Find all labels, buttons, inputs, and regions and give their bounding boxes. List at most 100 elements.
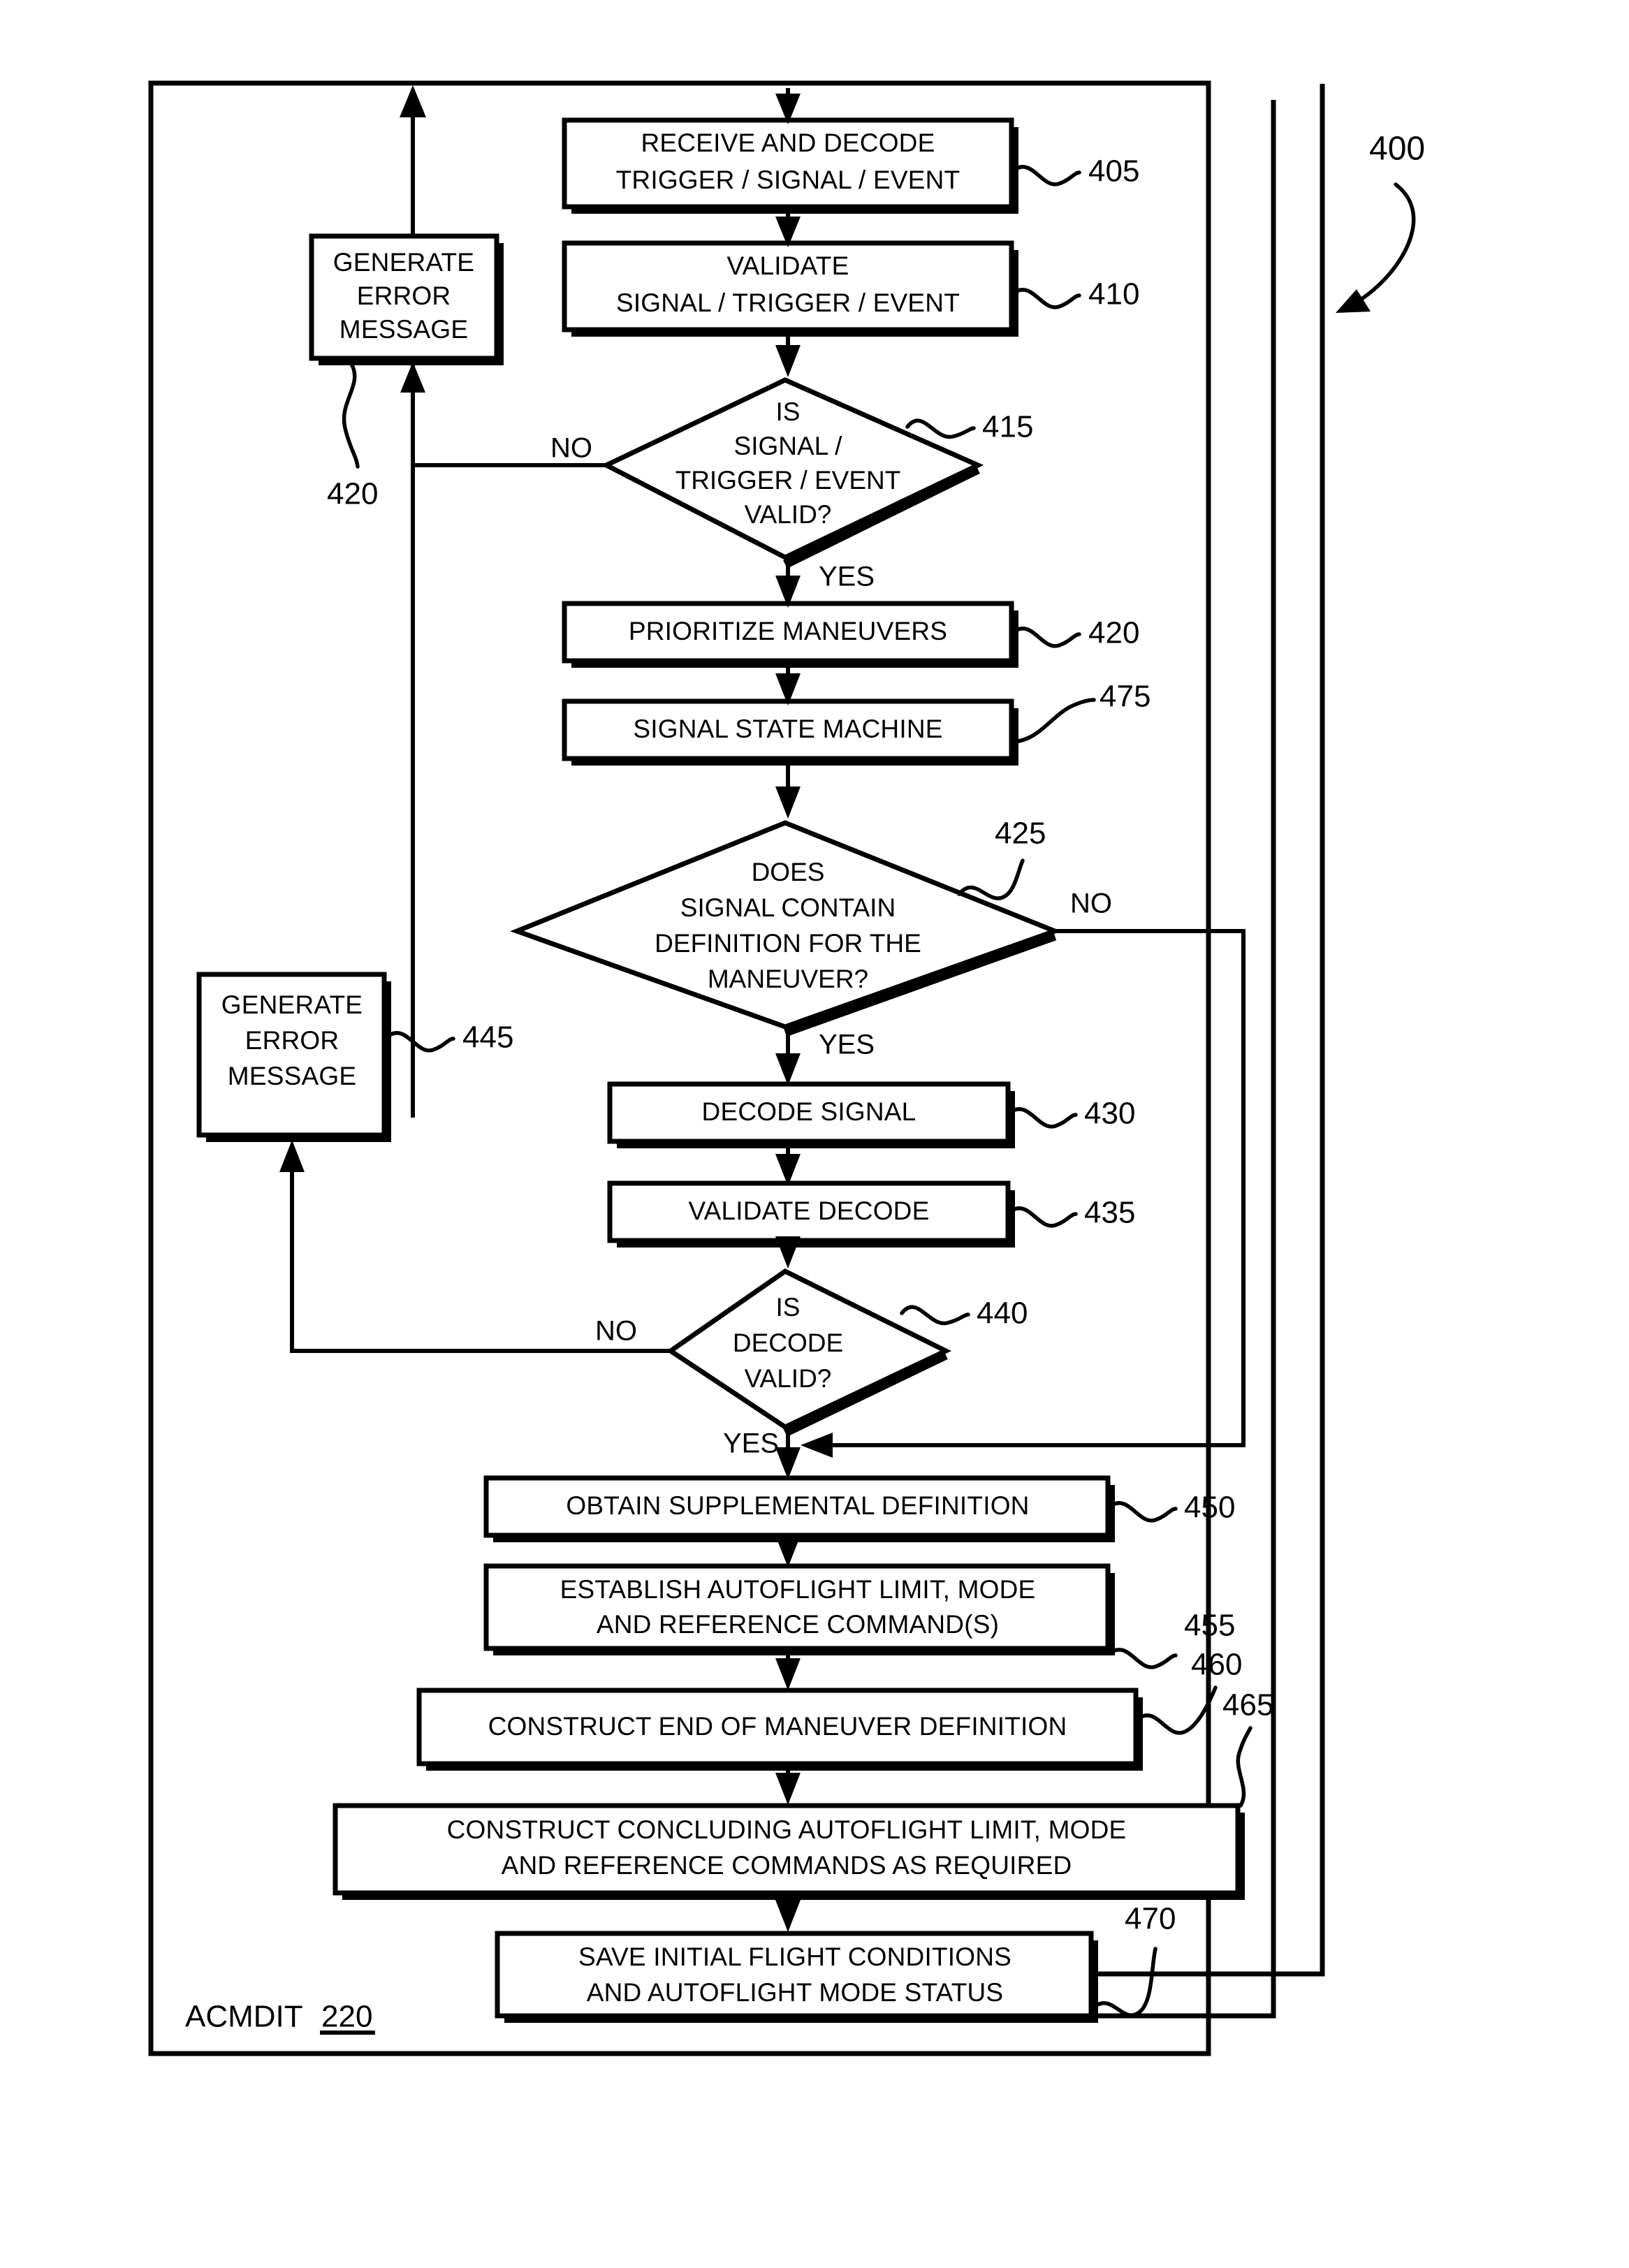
ref-410-group: 410: [1012, 277, 1139, 312]
ref-455-leader: [1109, 1648, 1178, 1669]
ref-440-group: 440: [900, 1296, 1028, 1331]
label-yes-415: YES: [819, 562, 875, 592]
caption-acmdit-label: ACMDIT: [185, 2000, 303, 2034]
node-does-contain-def-diamond: [510, 820, 1062, 1030]
ref-405-leader: [1012, 165, 1081, 186]
arrow-415-420: [775, 557, 801, 608]
figure-400-callout: 400: [1336, 131, 1425, 313]
ref-445-label: 445: [462, 1020, 513, 1055]
node-construct-end: CONSTRUCT END OF MANEUVER DEFINITION: [416, 1688, 1143, 1771]
ref-435-leader: [1009, 1206, 1078, 1228]
arrow-440-450-head: [775, 1447, 801, 1479]
node-generate-error-2-line2: ERROR: [245, 1026, 339, 1055]
ref-415-leader: [905, 418, 976, 439]
node-is-signal-valid-line3: TRIGGER / EVENT: [675, 466, 901, 495]
ref-420a-label: 420: [327, 477, 378, 511]
ref-410-label: 410: [1088, 277, 1139, 312]
ref-415-label: 415: [982, 410, 1033, 444]
ref-415-group: 415: [905, 410, 1033, 444]
arrow-475-425: [775, 766, 801, 819]
ref-420a-leader: [342, 362, 360, 469]
node-construct-end-line1: CONSTRUCT END OF MANEUVER DEFINITION: [488, 1712, 1067, 1741]
node-save-initial-line2: AND AUTOFLIGHT MODE STATUS: [587, 1978, 1004, 2007]
arrow-450-455: [775, 1535, 801, 1567]
node-does-contain-def-line4: MANEUVER?: [708, 965, 868, 993]
ref-465-label: 465: [1222, 1688, 1273, 1722]
ref-470-group: 470: [1093, 1902, 1176, 2017]
node-establish-autoflight-line1: ESTABLISH AUTOFLIGHT LIMIT, MODE: [560, 1575, 1036, 1604]
node-generate-error-2-line1: GENERATE: [221, 990, 363, 1019]
arrow-410-415-head: [775, 345, 801, 377]
node-validate-signal-line2: SIGNAL / TRIGGER / EVENT: [616, 288, 960, 317]
node-is-decode-valid-line3: VALID?: [745, 1364, 832, 1393]
node-does-contain-def: DOES SIGNAL CONTAIN DEFINITION FOR THE M…: [510, 820, 1062, 1037]
node-does-contain-def-line1: DOES: [752, 858, 825, 886]
node-decode-signal: DECODE SIGNAL: [607, 1081, 1015, 1148]
arrow-450-455-head: [775, 1535, 801, 1567]
ref-430-label: 430: [1084, 1097, 1135, 1131]
ref-425-group: 425: [957, 817, 1046, 900]
node-is-decode-valid: IS DECODE VALID?: [666, 1268, 952, 1437]
ref-435-group: 435: [1009, 1196, 1135, 1230]
arrow-465-470-head: [775, 1900, 801, 1932]
ref-470-label: 470: [1125, 1902, 1176, 1936]
node-obtain-supplemental-line1: OBTAIN SUPPLEMENTAL DEFINITION: [566, 1491, 1029, 1520]
ref-420b-leader: [1012, 627, 1081, 648]
node-validate-decode: VALIDATE DECODE: [607, 1180, 1015, 1248]
arrow-460-465-head: [775, 1773, 801, 1805]
arrow-425-430: [775, 1027, 801, 1085]
arrow-410-415: [775, 337, 801, 377]
ref-430-group: 430: [1009, 1097, 1135, 1131]
ref-450-leader: [1109, 1501, 1178, 1523]
node-save-initial: SAVE INITIAL FLIGHT CONDITIONS AND AUTOF…: [495, 1931, 1098, 2023]
node-construct-concluding-line1: CONSTRUCT CONCLUDING AUTOFLIGHT LIMIT, M…: [447, 1815, 1127, 1844]
node-decode-signal-line1: DECODE SIGNAL: [702, 1097, 916, 1126]
ref-445-leader: [386, 1031, 455, 1053]
node-is-signal-valid-line2: SIGNAL /: [734, 432, 843, 460]
node-receive-decode: RECEIVE AND DECODE TRIGGER / SIGNAL / EV…: [562, 117, 1018, 214]
node-prioritize: PRIORITIZE MANEUVERS: [562, 601, 1018, 668]
node-establish-autoflight-line2: AND REFERENCE COMMAND(S): [597, 1610, 999, 1639]
ref-440-leader: [900, 1305, 970, 1326]
node-generate-error-1: GENERATE ERROR MESSAGE: [309, 233, 504, 365]
ref-465-leader: [1236, 1726, 1252, 1808]
node-does-contain-def-line3: DEFINITION FOR THE: [655, 929, 921, 958]
arrow-455-460-head: [775, 1658, 801, 1690]
node-state-machine-line1: SIGNAL STATE MACHINE: [633, 715, 942, 743]
ref-445-group: 445: [386, 1020, 513, 1055]
figure-400-label: 400: [1369, 131, 1425, 168]
node-is-decode-valid-line1: IS: [776, 1293, 801, 1322]
arrow-475-425-head: [775, 787, 801, 819]
ref-450-label: 450: [1184, 1491, 1235, 1525]
node-is-decode-valid-line2: DECODE: [733, 1329, 843, 1357]
node-establish-autoflight: ESTABLISH AUTOFLIGHT LIMIT, MODE AND REF…: [483, 1563, 1115, 1655]
node-generate-error-1-line1: GENERATE: [333, 248, 474, 277]
ref-475-leader: [1012, 698, 1096, 744]
arrow-425-430-head: [775, 1053, 801, 1085]
arrow-455-460: [775, 1655, 801, 1690]
arrow-425-no-bypass-head: [801, 1433, 833, 1458]
ref-425-leader: [957, 858, 1025, 900]
ref-450-group: 450: [1109, 1491, 1235, 1525]
ref-420a-group: 420: [327, 362, 378, 511]
ref-475-label: 475: [1100, 680, 1150, 714]
node-receive-decode-line2: TRIGGER / SIGNAL / EVENT: [616, 166, 960, 194]
ref-475-group: 475: [1012, 680, 1150, 744]
arrow-no-into-error-2-head: [279, 1140, 305, 1172]
flowchart-canvas: RECEIVE AND DECODE TRIGGER / SIGNAL / EV…: [148, 80, 1425, 2056]
node-construct-concluding: CONSTRUCT CONCLUDING AUTOFLIGHT LIMIT, M…: [333, 1803, 1245, 1900]
label-no-425: NO: [1070, 888, 1112, 919]
node-is-signal-valid-line4: VALID?: [745, 500, 832, 529]
ref-455-label: 455: [1184, 1609, 1235, 1643]
ref-420b-group: 420: [1012, 616, 1139, 650]
node-prioritize-line1: PRIORITIZE MANEUVERS: [629, 617, 947, 645]
node-generate-error-2: GENERATE ERROR MESSAGE: [196, 972, 391, 1142]
node-obtain-supplemental: OBTAIN SUPPLEMENTAL DEFINITION: [483, 1475, 1115, 1542]
ref-425-label: 425: [995, 817, 1046, 851]
caption-acmdit-ref: 220: [321, 2000, 372, 2034]
node-is-signal-valid: IS SIGNAL / TRIGGER / EVENT VALID?: [601, 377, 984, 569]
arrow-435-440: [775, 1236, 801, 1268]
label-no-415: NO: [550, 433, 592, 464]
ref-410-leader: [1012, 288, 1081, 309]
arrow-no-into-error-1-head: [400, 362, 425, 393]
